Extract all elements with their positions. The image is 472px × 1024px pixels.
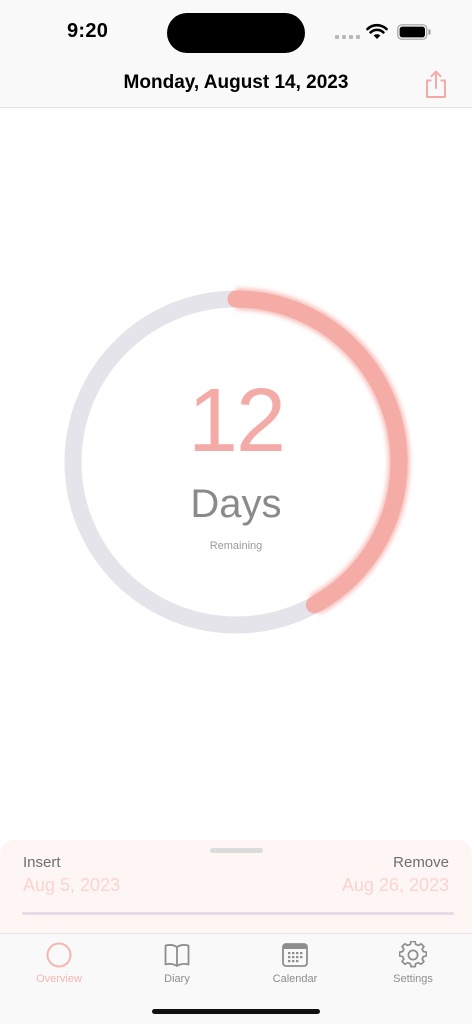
tab-label: Diary xyxy=(164,973,190,985)
tab-label: Calendar xyxy=(272,973,318,985)
app-screen: 9:20 Monday, August 14, 2023 12 Days Rem… xyxy=(0,0,472,1024)
dynamic-island xyxy=(167,13,305,53)
cycle-progress-bar xyxy=(22,912,454,915)
share-icon xyxy=(426,70,446,98)
tab-calendar[interactable]: Calendar xyxy=(236,934,354,994)
remove-label: Remove xyxy=(393,854,449,871)
share-button[interactable] xyxy=(423,68,449,100)
cycle-progress-fill xyxy=(22,912,273,915)
tab-overview[interactable]: Overview xyxy=(0,934,118,994)
wifi-icon xyxy=(366,24,388,39)
dates-sheet[interactable]: Insert Aug 5, 2023 Remove Aug 26, 2023 xyxy=(0,840,472,934)
remove-date[interactable]: Aug 26, 2023 xyxy=(342,875,449,896)
gear-icon xyxy=(399,941,427,968)
remaining-caption: Remaining xyxy=(209,540,263,552)
tab-label: Settings xyxy=(393,973,433,985)
page-title: Monday, August 14, 2023 xyxy=(123,72,349,93)
sheet-drag-handle[interactable] xyxy=(210,848,263,853)
countdown-ring: 12 Days Remaining xyxy=(46,272,426,652)
status-bar: 9:20 xyxy=(0,0,472,62)
cellular-signal-icon xyxy=(335,35,360,39)
tab-settings[interactable]: Settings xyxy=(354,934,472,994)
navigation-header: Monday, August 14, 2023 xyxy=(0,62,472,108)
battery-icon xyxy=(397,24,431,40)
status-time: 9:20 xyxy=(67,20,109,42)
tab-label: Overview xyxy=(36,973,82,985)
insert-date[interactable]: Aug 5, 2023 xyxy=(23,875,120,896)
insert-label: Insert xyxy=(23,854,61,871)
days-unit-label: Days xyxy=(190,482,282,526)
calendar-icon xyxy=(282,943,308,967)
circle-icon xyxy=(46,942,72,968)
book-icon xyxy=(164,944,190,967)
tab-diary[interactable]: Diary xyxy=(118,934,236,994)
home-indicator[interactable] xyxy=(152,1009,320,1014)
days-remaining-value: 12 xyxy=(187,371,286,471)
